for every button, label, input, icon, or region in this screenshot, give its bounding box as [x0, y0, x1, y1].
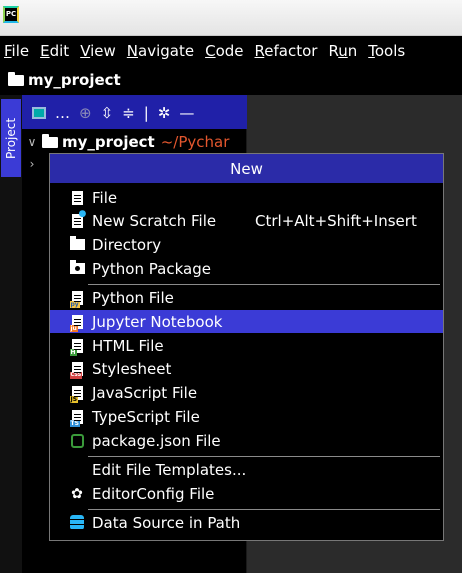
- breadcrumb-project[interactable]: my_project: [28, 71, 121, 89]
- tool-window-header: … ⊕ ⇳ ≑ | ✲ —: [22, 95, 247, 129]
- menu-item-label: File: [92, 188, 118, 207]
- menu-item-label: New Scratch File: [92, 211, 217, 230]
- folder-icon: [42, 133, 58, 148]
- navigation-bar: my_project: [0, 65, 462, 95]
- menu-item-label: package.json File: [92, 431, 221, 450]
- menu-item-label: Jupyter Notebook: [92, 312, 223, 331]
- python-package-icon: [69, 260, 85, 274]
- divider-icon: |: [143, 104, 149, 122]
- more-icon[interactable]: …: [55, 104, 70, 122]
- tree-root-name: my_project: [62, 133, 155, 151]
- hide-icon[interactable]: —: [179, 104, 194, 122]
- pycharm-logo-icon: PC: [3, 6, 19, 23]
- scratch-file-icon: ●: [71, 209, 86, 228]
- menu-separator: [88, 509, 440, 510]
- menu-navigate[interactable]: Navigate: [127, 42, 194, 60]
- popup-title: New: [50, 154, 443, 183]
- tree-root-path: ~/Pychar: [160, 133, 230, 151]
- project-tool-tab[interactable]: Project: [1, 99, 21, 177]
- javascript-file-icon: JS: [69, 385, 83, 403]
- jupyter-notebook-icon: ju: [69, 314, 83, 332]
- menu-tools[interactable]: Tools: [368, 42, 405, 60]
- menu-refactor[interactable]: Refactor: [255, 42, 318, 60]
- menu-item-label: TypeScript File: [92, 407, 200, 426]
- menu-item-data-source-in-path[interactable]: Data Source in Path: [50, 511, 443, 534]
- menu-item-editorconfig-file[interactable]: ✿ EditorConfig File: [50, 482, 443, 505]
- menu-item-jupyter-notebook[interactable]: ju Jupyter Notebook: [50, 310, 443, 333]
- menu-separator: [88, 456, 440, 457]
- chevron-right-icon[interactable]: ›: [22, 157, 42, 171]
- menu-item-label: Edit File Templates...: [92, 460, 247, 479]
- menu-item-package-json-file[interactable]: package.json File: [50, 429, 443, 452]
- tree-root-row[interactable]: ∨ my_project ~/Pychar: [22, 132, 247, 152]
- menu-item-label: Data Source in Path: [92, 513, 241, 532]
- menu-item-javascript-file[interactable]: JS JavaScript File: [50, 381, 443, 404]
- typescript-file-icon: TS: [69, 409, 83, 427]
- menu-bar: File Edit View Navigate Code Refactor Ru…: [0, 37, 462, 65]
- html-file-icon: H: [69, 338, 83, 356]
- left-tool-strip: Project: [0, 95, 22, 573]
- stylesheet-icon: CSS: [69, 361, 83, 379]
- view-mode-icon[interactable]: [32, 107, 46, 119]
- menu-view[interactable]: View: [80, 42, 116, 60]
- menu-file[interactable]: File: [4, 42, 29, 60]
- menu-item-label: Stylesheet: [92, 359, 172, 378]
- menu-item-typescript-file[interactable]: TS TypeScript File: [50, 405, 443, 428]
- folder-icon: [69, 236, 85, 250]
- menu-edit[interactable]: Edit: [40, 42, 69, 60]
- gear-icon: ✿: [71, 485, 83, 502]
- new-popup-menu: New File ● New Scratch File Ctrl+Alt+Shi…: [49, 153, 444, 541]
- menu-separator: [88, 284, 440, 285]
- menu-item-new-scratch-file[interactable]: ● New Scratch File Ctrl+Alt+Shift+Insert: [50, 209, 443, 232]
- menu-item-label: Python File: [92, 288, 174, 307]
- menu-item-directory[interactable]: Directory: [50, 233, 443, 256]
- collapse-all-icon[interactable]: ≑: [122, 104, 135, 122]
- locate-icon[interactable]: ⊕: [79, 104, 92, 122]
- menu-item-python-package[interactable]: Python Package: [50, 257, 443, 280]
- menu-item-file[interactable]: File: [50, 186, 443, 209]
- menu-item-label: Directory: [92, 235, 162, 254]
- menu-item-label: EditorConfig File: [92, 484, 215, 503]
- window-title-bar: PC: [0, 0, 462, 36]
- menu-item-label: JavaScript File: [92, 383, 198, 402]
- file-icon: [71, 190, 83, 205]
- menu-item-shortcut: Ctrl+Alt+Shift+Insert: [255, 211, 417, 230]
- expand-all-icon[interactable]: ⇳: [101, 104, 114, 122]
- nodejs-icon: [70, 433, 84, 448]
- gear-icon[interactable]: ✲: [158, 104, 171, 122]
- menu-code[interactable]: Code: [205, 42, 243, 60]
- menu-item-label: HTML File: [92, 336, 164, 355]
- folder-icon: [8, 71, 24, 86]
- database-icon: [70, 515, 84, 530]
- menu-item-edit-file-templates[interactable]: Edit File Templates...: [50, 458, 443, 481]
- tree-child-row[interactable]: ›: [22, 155, 52, 175]
- menu-item-python-file[interactable]: py Python File: [50, 286, 443, 309]
- menu-item-stylesheet[interactable]: CSS Stylesheet: [50, 357, 443, 380]
- chevron-down-icon[interactable]: ∨: [22, 135, 42, 149]
- menu-run[interactable]: Run: [328, 42, 357, 60]
- menu-item-html-file[interactable]: H HTML File: [50, 334, 443, 357]
- python-file-icon: py: [69, 290, 83, 308]
- menu-item-label: Python Package: [92, 259, 211, 278]
